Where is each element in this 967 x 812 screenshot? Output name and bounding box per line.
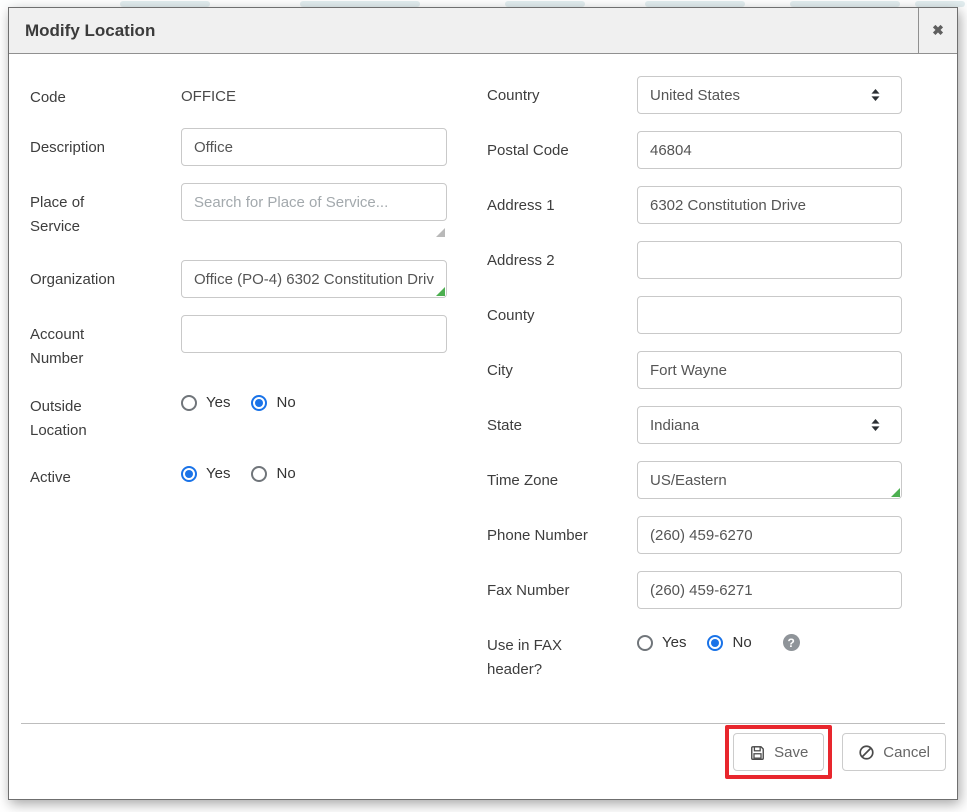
city-row: City [487, 351, 902, 389]
state-select[interactable]: Indiana [637, 406, 902, 444]
phone-number-row: Phone Number [487, 516, 902, 554]
form-column-right: Country United States Postal Code Addres… [487, 76, 902, 699]
fax-header-no-radio[interactable]: No [707, 635, 751, 651]
dialog-footer: Save Cancel [725, 725, 946, 779]
form-column-left: Code OFFICE Description Place of Service… [30, 78, 447, 507]
postal-code-row: Postal Code [487, 131, 902, 169]
modify-location-dialog: Modify Location ✖ Code OFFICE Descriptio… [8, 7, 958, 800]
outside-location-label: Outside Location [30, 387, 181, 443]
account-number-label: Account Number [30, 315, 181, 371]
account-number-input[interactable] [181, 315, 447, 353]
city-input[interactable] [637, 351, 902, 389]
cancel-button[interactable]: Cancel [842, 733, 946, 771]
county-input[interactable] [637, 296, 902, 334]
outside-location-no-radio[interactable]: No [251, 395, 295, 411]
save-button-label: Save [774, 744, 808, 761]
footer-divider [21, 723, 945, 724]
fax-header-row: Use in FAX header? Yes No ? [487, 626, 902, 682]
fax-header-yes-radio[interactable]: Yes [637, 635, 686, 651]
outside-location-yes-radio[interactable]: Yes [181, 395, 230, 411]
radio-circle-icon [251, 395, 267, 411]
address1-row: Address 1 [487, 186, 902, 224]
radio-circle-icon [637, 635, 653, 651]
active-label: Active [30, 458, 181, 490]
active-yes-radio[interactable]: Yes [181, 466, 230, 482]
time-zone-resize-handle-icon[interactable] [891, 488, 900, 497]
radio-circle-icon [181, 466, 197, 482]
address2-input[interactable] [637, 241, 902, 279]
code-value: OFFICE [181, 78, 447, 107]
place-of-service-label: Place of Service [30, 183, 181, 239]
country-select[interactable]: United States [637, 76, 902, 114]
description-input[interactable] [181, 128, 447, 166]
description-label: Description [30, 128, 181, 166]
save-button[interactable]: Save [733, 733, 824, 771]
save-annotation-highlight: Save [725, 725, 832, 779]
country-label: Country [487, 76, 637, 114]
fax-number-label: Fax Number [487, 571, 637, 609]
code-label: Code [30, 78, 181, 110]
organization-row: Organization [30, 260, 447, 298]
ban-icon [858, 744, 875, 761]
address1-input[interactable] [637, 186, 902, 224]
fax-number-row: Fax Number [487, 571, 902, 609]
active-row: Active Yes No [30, 458, 447, 490]
state-label: State [487, 406, 637, 444]
description-row: Description [30, 128, 447, 166]
radio-circle-icon [251, 466, 267, 482]
time-zone-input[interactable] [637, 461, 902, 499]
state-row: State Indiana [487, 406, 902, 444]
address1-label: Address 1 [487, 186, 637, 224]
place-of-service-row: Place of Service [30, 183, 447, 239]
dialog-title: Modify Location [9, 8, 918, 53]
radio-circle-icon [181, 395, 197, 411]
code-row: Code OFFICE [30, 78, 447, 110]
county-row: County [487, 296, 902, 334]
close-button[interactable]: ✖ [918, 8, 957, 53]
organization-resize-handle-icon[interactable] [436, 287, 445, 296]
phone-number-label: Phone Number [487, 516, 637, 554]
select-arrows-icon [870, 88, 881, 102]
phone-number-input[interactable] [637, 516, 902, 554]
organization-label: Organization [30, 260, 181, 298]
floppy-disk-icon [749, 744, 766, 761]
place-of-service-input[interactable] [181, 183, 447, 221]
fax-number-input[interactable] [637, 571, 902, 609]
fax-header-label: Use in FAX header? [487, 626, 637, 682]
time-zone-label: Time Zone [487, 461, 637, 499]
close-icon: ✖ [932, 22, 944, 39]
organization-input[interactable] [181, 260, 447, 298]
place-of-service-resize-handle-icon[interactable] [436, 228, 445, 237]
city-label: City [487, 351, 637, 389]
time-zone-row: Time Zone [487, 461, 902, 499]
outside-location-row: Outside Location Yes No [30, 387, 447, 443]
postal-code-input[interactable] [637, 131, 902, 169]
country-row: Country United States [487, 76, 902, 114]
address2-label: Address 2 [487, 241, 637, 279]
dialog-header: Modify Location ✖ [9, 8, 957, 54]
postal-code-label: Postal Code [487, 131, 637, 169]
account-number-row: Account Number [30, 315, 447, 371]
county-label: County [487, 296, 637, 334]
radio-circle-icon [707, 635, 723, 651]
help-icon[interactable]: ? [783, 634, 800, 651]
page-behind-modal [0, 0, 967, 7]
select-arrows-icon [870, 418, 881, 432]
cancel-button-label: Cancel [883, 744, 930, 761]
active-no-radio[interactable]: No [251, 466, 295, 482]
address2-row: Address 2 [487, 241, 902, 279]
